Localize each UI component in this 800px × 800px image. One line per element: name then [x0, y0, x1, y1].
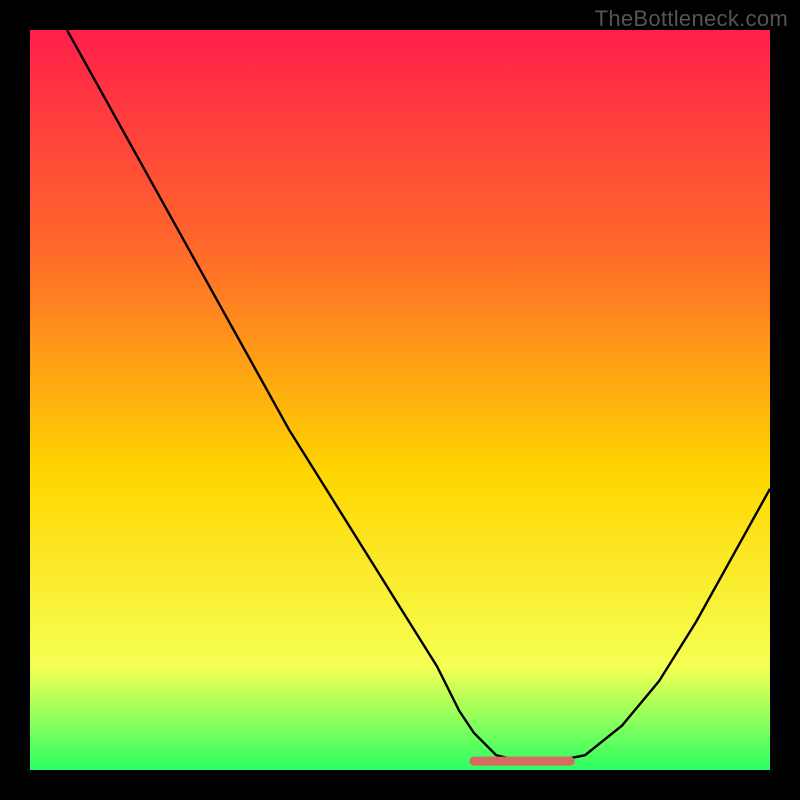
- gradient-background: [30, 30, 770, 770]
- watermark-text: TheBottleneck.com: [595, 6, 788, 32]
- chart-frame: [30, 30, 770, 770]
- chart-canvas: [30, 30, 770, 770]
